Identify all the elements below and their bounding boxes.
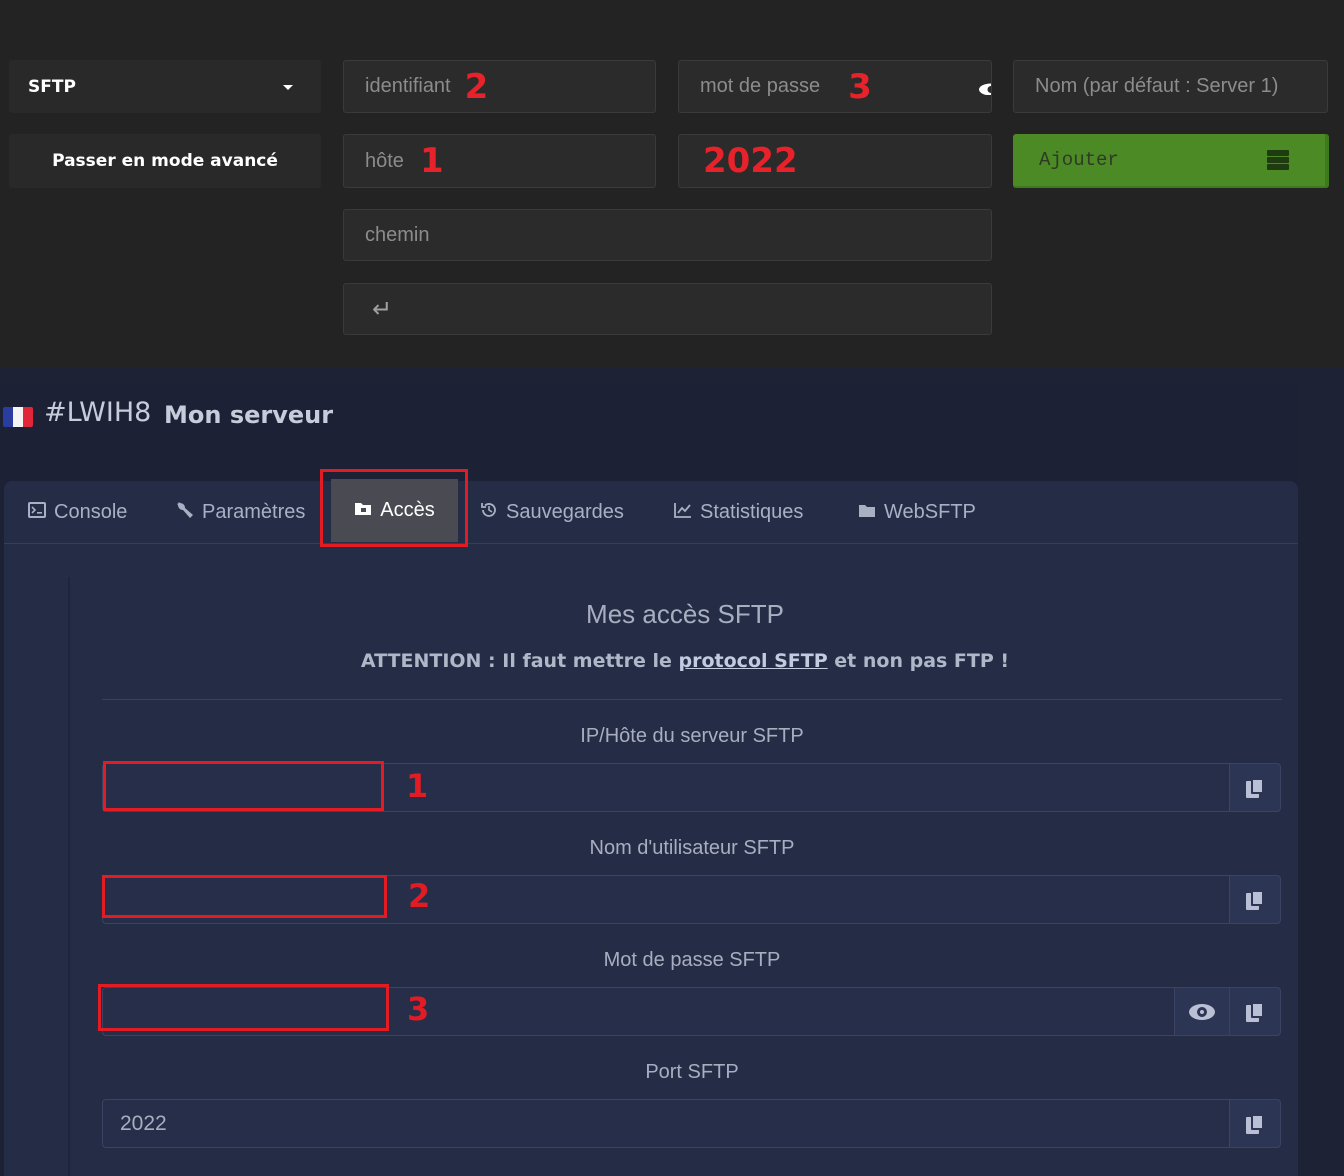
tab-parametres[interactable]: Paramètres: [176, 501, 305, 524]
copy-username-button[interactable]: [1229, 875, 1281, 924]
add-server-button[interactable]: Ajouter: [1013, 134, 1329, 188]
france-flag-icon: [3, 407, 33, 427]
annotation-highlight-tab: [320, 469, 468, 547]
server-name-input[interactable]: Nom (par défaut : Server 1): [1013, 60, 1328, 113]
annotation-marker-1b: 1: [406, 767, 429, 805]
warning-suffix: et non pas FTP !: [827, 650, 1010, 672]
copy-icon: [1246, 889, 1264, 910]
annotation-redacted-host: [103, 761, 384, 811]
password-placeholder: mot de passe: [700, 75, 821, 97]
section-title: Mes accès SFTP: [586, 599, 784, 629]
server-tabs: Console Paramètres Accès Sauvegardes Sta…: [4, 469, 1298, 547]
eye-icon[interactable]: [978, 80, 991, 95]
tab-websftp[interactable]: WebSFTP: [858, 501, 976, 524]
show-password-button[interactable]: [1174, 987, 1230, 1036]
copy-icon: [1246, 1113, 1264, 1134]
enter-icon: ↵: [372, 295, 393, 323]
annotation-marker-2b: 2: [408, 877, 431, 915]
sftp-protocol-link[interactable]: protocol SFTP: [679, 650, 828, 672]
tab-sauvegardes[interactable]: Sauvegardes: [480, 501, 624, 524]
warning-prefix: ATTENTION : Il faut mettre le: [360, 650, 679, 672]
server-name: Mon serveur: [164, 401, 334, 429]
copy-password-button[interactable]: [1229, 987, 1281, 1036]
host-placeholder: hôte: [365, 149, 404, 172]
host-input[interactable]: hôte 1: [343, 134, 656, 188]
copy-port-button[interactable]: [1229, 1099, 1281, 1148]
protocol-select-value: SFTP: [28, 76, 76, 97]
tab-console[interactable]: Console: [28, 501, 127, 524]
port-value: 2022: [703, 141, 798, 181]
annotation-marker-1: 1: [419, 141, 444, 181]
port-field[interactable]: 2022: [102, 1099, 1230, 1148]
divider: [102, 699, 1282, 700]
copy-icon: [1246, 1001, 1264, 1022]
advanced-mode-button[interactable]: Passer en mode avancé: [9, 134, 321, 188]
sftp-warning: ATTENTION : Il faut mettre le protocol S…: [70, 650, 1300, 672]
annotation-marker-3b: 3: [407, 990, 430, 1028]
port-label: Port SFTP: [645, 1061, 739, 1083]
tab-websftp-label: WebSFTP: [884, 501, 976, 523]
eye-icon: [1189, 1003, 1215, 1020]
annotation-redacted-username: [102, 875, 387, 918]
tab-parametres-label: Paramètres: [202, 501, 306, 523]
path-input[interactable]: chemin: [343, 209, 992, 261]
advanced-mode-label: Passer en mode avancé: [52, 151, 278, 171]
host-label: IP/Hôte du serveur SFTP: [580, 725, 804, 747]
password-input[interactable]: mot de passe 3: [678, 60, 992, 113]
chevron-down-icon: [283, 85, 293, 90]
add-server-label: Ajouter: [1039, 149, 1119, 171]
path-placeholder: chemin: [365, 223, 430, 246]
port-value-field: 2022: [120, 1111, 167, 1135]
server-header: #LWIH8 Mon serveur: [0, 385, 1298, 478]
server-icon: [1267, 150, 1289, 172]
terminal-icon: [28, 502, 46, 523]
annotation-marker-2: 2: [464, 66, 489, 107]
tab-statistiques[interactable]: Statistiques: [674, 501, 803, 524]
tab-statistiques-label: Statistiques: [700, 501, 804, 523]
copy-host-button[interactable]: [1229, 763, 1281, 812]
password-label: Mot de passe SFTP: [603, 949, 781, 971]
folder-icon: [858, 502, 876, 523]
tab-console-label: Console: [54, 501, 128, 523]
history-icon: [480, 501, 498, 524]
server-name-placeholder: Nom (par défaut : Server 1): [1035, 75, 1279, 97]
submit-enter-button[interactable]: ↵: [343, 283, 992, 335]
chart-line-icon: [674, 502, 692, 523]
server-card: Console Paramètres Accès Sauvegardes Sta…: [4, 469, 1298, 1176]
username-placeholder: identifiant: [365, 75, 451, 97]
sftp-access-section: Mes accès SFTP ATTENTION : Il faut mettr…: [68, 577, 1298, 1176]
wrench-icon: [176, 501, 194, 524]
annotation-redacted-password: [98, 984, 389, 1031]
server-panel: #LWIH8 Mon serveur Console Paramètres Ac…: [0, 385, 1298, 1176]
tab-sauvegardes-label: Sauvegardes: [506, 501, 624, 523]
copy-icon: [1246, 777, 1264, 798]
port-input[interactable]: 2022: [678, 134, 992, 188]
annotation-marker-3: 3: [848, 66, 872, 107]
protocol-select[interactable]: SFTP: [9, 60, 321, 113]
sftp-connect-form: SFTP Passer en mode avancé identifiant 2…: [0, 0, 1344, 368]
server-id: #LWIH8: [44, 397, 152, 428]
username-label: Nom d'utilisateur SFTP: [589, 837, 795, 859]
username-input[interactable]: identifiant 2: [343, 60, 656, 113]
